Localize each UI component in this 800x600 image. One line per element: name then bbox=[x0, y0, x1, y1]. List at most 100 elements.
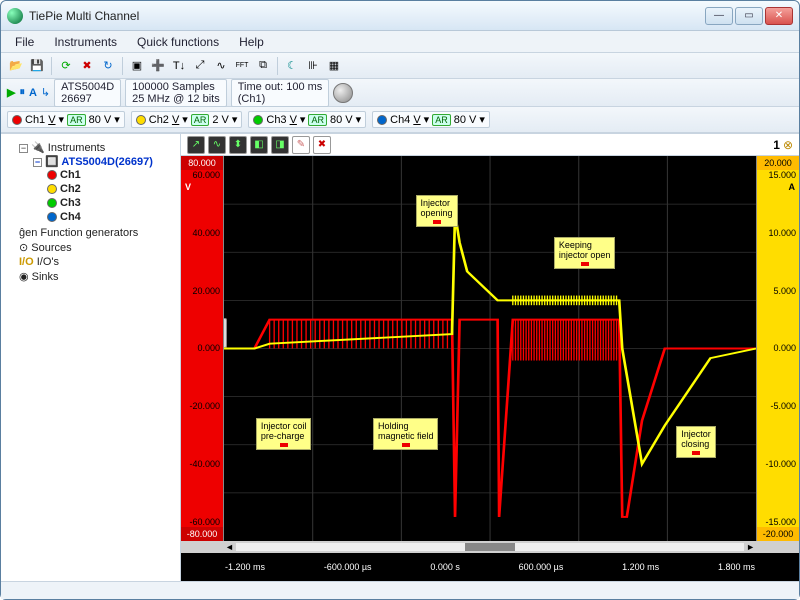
window-title: TiePie Multi Channel bbox=[29, 9, 705, 23]
device-box[interactable]: ATS5004D 26697 bbox=[54, 79, 121, 107]
main-area: −🔌 Instruments −🔲 ATS5004D(26697) Ch1 Ch… bbox=[1, 133, 799, 581]
ruler-icon[interactable]: ⊪ bbox=[304, 57, 322, 75]
channel-bar: Ch1 V▾ AR 80 V▾ Ch2 V▾ AR 2 V▾ Ch3 V▾ AR… bbox=[1, 107, 799, 133]
settings-icon[interactable]: ☾ bbox=[283, 57, 301, 75]
step-button[interactable]: ↳ bbox=[41, 86, 50, 99]
timeout-value: Time out: 100 ms bbox=[238, 81, 323, 93]
ch4-label: Ch4 bbox=[390, 114, 410, 126]
fft-icon[interactable]: FFT bbox=[233, 57, 251, 75]
toolbar-main: 📂 💾 ⟳ ✖ ↻ ▣ ➕ T↓ ⤢ ∿ FFT ⧉ ☾ ⊪ ▦ bbox=[1, 53, 799, 79]
time-icon[interactable]: T↓ bbox=[170, 57, 188, 75]
xt4: 1.200 ms bbox=[622, 562, 659, 572]
wave-icon[interactable]: ∿ bbox=[212, 57, 230, 75]
plot-panel: ↗ ∿ ⬍ ◧ ◨ ✎ ✖ 1 ⊗ 80.000 V 60.00040.0002… bbox=[181, 134, 799, 581]
open-icon[interactable]: 📂 bbox=[7, 57, 25, 75]
device-name: ATS5004D bbox=[61, 81, 114, 93]
grid-icon[interactable]: ▦ bbox=[325, 57, 343, 75]
menu-quick-functions[interactable]: Quick functions bbox=[127, 33, 229, 51]
plot-number: 1 bbox=[773, 138, 780, 152]
yr-max: 20.000 bbox=[757, 156, 799, 170]
channel-4[interactable]: Ch4 V▾ AR 80 V▾ bbox=[372, 111, 490, 128]
auto-button[interactable]: A bbox=[29, 87, 37, 99]
ch2-label: Ch2 bbox=[149, 114, 169, 126]
ch1-label: Ch1 bbox=[25, 114, 45, 126]
xt0: -1.200 ms bbox=[225, 562, 265, 572]
plot-mode-3-icon[interactable]: ⬍ bbox=[229, 136, 247, 154]
cursor-icon[interactable]: ▣ bbox=[128, 57, 146, 75]
y-axis-left[interactable]: 80.000 V 60.00040.00020.0000.000-20.000-… bbox=[181, 156, 223, 541]
close-button[interactable]: ✕ bbox=[765, 7, 793, 25]
timeout-box[interactable]: Time out: 100 ms (Ch1) bbox=[231, 79, 330, 107]
annotation[interactable]: Injectoropening bbox=[416, 195, 458, 227]
yl-max: 80.000 bbox=[181, 156, 223, 170]
yr-min: -20.000 bbox=[757, 527, 799, 541]
annotation[interactable]: Keepinginjector open bbox=[554, 237, 616, 269]
menubar: File Instruments Quick functions Help bbox=[1, 31, 799, 53]
channel-2[interactable]: Ch2 V▾ AR 2 V▾ bbox=[131, 111, 243, 128]
y-axis-right[interactable]: 20.000 A 15.00010.0005.0000.000-5.000-10… bbox=[757, 156, 799, 541]
tree-ch3[interactable]: Ch3 bbox=[33, 196, 176, 210]
save-icon[interactable]: 💾 bbox=[28, 57, 46, 75]
maximize-button[interactable]: ▭ bbox=[735, 7, 763, 25]
ch2-range: 2 V bbox=[212, 114, 229, 126]
ch1-range: 80 V bbox=[89, 114, 112, 126]
tree-ch2[interactable]: Ch2 bbox=[33, 182, 176, 196]
tree-device[interactable]: −🔲 ATS5004D(26697) Ch1 Ch2 Ch3 Ch4 bbox=[19, 154, 176, 225]
sample-rate: 25 MHz @ 12 bits bbox=[132, 93, 220, 105]
channel-1[interactable]: Ch1 V▾ AR 80 V▾ bbox=[7, 111, 125, 128]
tree-sources[interactable]: ⊙ Sources bbox=[5, 240, 176, 255]
timeout-knob[interactable] bbox=[333, 83, 353, 103]
refresh-icon[interactable]: ⟳ bbox=[57, 57, 75, 75]
scale-icon[interactable]: ⤢ bbox=[191, 57, 209, 75]
plot-toolbar: ↗ ∿ ⬍ ◧ ◨ ✎ ✖ 1 ⊗ bbox=[181, 134, 799, 156]
play-button[interactable]: ▶ bbox=[7, 86, 15, 99]
app-icon bbox=[7, 8, 23, 24]
tree-sinks[interactable]: ◉ Sinks bbox=[5, 269, 176, 284]
minimize-button[interactable]: — bbox=[705, 7, 733, 25]
annotation[interactable]: Injector coilpre-charge bbox=[256, 418, 312, 450]
chart-canvas[interactable]: Injectoropening Keepinginjector open Injec… bbox=[223, 156, 757, 541]
tree-ch4[interactable]: Ch4 bbox=[33, 210, 176, 224]
app-window: TiePie Multi Channel — ▭ ✕ File Instrume… bbox=[0, 0, 800, 600]
annotation[interactable]: Holdingmagnetic field bbox=[373, 418, 439, 450]
tree-function-generators[interactable]: ĝen Function generators bbox=[5, 226, 176, 240]
plot-mode-5-icon[interactable]: ◨ bbox=[271, 136, 289, 154]
plot-mode-4-icon[interactable]: ◧ bbox=[250, 136, 268, 154]
menu-help[interactable]: Help bbox=[229, 33, 274, 51]
yr-ticks: 15.00010.0005.0000.000-5.000-10.000-15.0… bbox=[757, 170, 799, 527]
xt2: 0.000 s bbox=[430, 562, 460, 572]
xt1: -600.000 µs bbox=[324, 562, 372, 572]
xt3: 600.000 µs bbox=[519, 562, 564, 572]
channel-3[interactable]: Ch3 V▾ AR 80 V▾ bbox=[248, 111, 366, 128]
device-infobar: ▶ ⏸ A ↳ ATS5004D 26697 100000 Samples 25… bbox=[1, 79, 799, 107]
tree-ch1[interactable]: Ch1 bbox=[33, 168, 176, 182]
annotation[interactable]: Injectorclosing bbox=[676, 426, 716, 458]
xt5: 1.800 ms bbox=[718, 562, 755, 572]
titlebar: TiePie Multi Channel — ▭ ✕ bbox=[1, 1, 799, 31]
plot-mode-2-icon[interactable]: ∿ bbox=[208, 136, 226, 154]
sidebar: −🔌 Instruments −🔲 ATS5004D(26697) Ch1 Ch… bbox=[1, 134, 181, 581]
sample-box[interactable]: 100000 Samples 25 MHz @ 12 bits bbox=[125, 79, 227, 107]
plot-erase-icon[interactable]: ✎ bbox=[292, 136, 310, 154]
add-icon[interactable]: ➕ bbox=[149, 57, 167, 75]
x-axis: -1.200 ms -600.000 µs 0.000 s 600.000 µs… bbox=[181, 553, 799, 581]
yl-min: -80.000 bbox=[181, 527, 223, 541]
yl-ticks: 60.00040.00020.0000.000-20.000-40.000-60… bbox=[181, 170, 223, 527]
tree-instruments[interactable]: −🔌 Instruments −🔲 ATS5004D(26697) Ch1 Ch… bbox=[5, 140, 176, 226]
menu-file[interactable]: File bbox=[5, 33, 44, 51]
menu-instruments[interactable]: Instruments bbox=[44, 33, 127, 51]
plot-delete-icon[interactable]: ✖ bbox=[313, 136, 331, 154]
x-scrollbar[interactable]: ◄► bbox=[181, 541, 799, 553]
device-serial: 26697 bbox=[61, 93, 114, 105]
cancel-icon[interactable]: ✖ bbox=[78, 57, 96, 75]
chart3d-icon[interactable]: ⧉ bbox=[254, 57, 272, 75]
statusbar bbox=[1, 581, 799, 599]
ch3-label: Ch3 bbox=[266, 114, 286, 126]
sample-count: 100000 Samples bbox=[132, 81, 220, 93]
tree-ios[interactable]: I/O I/O's bbox=[5, 255, 176, 269]
plot-mode-1-icon[interactable]: ↗ bbox=[187, 136, 205, 154]
redo-icon[interactable]: ↻ bbox=[99, 57, 117, 75]
pause-button[interactable]: ⏸ bbox=[19, 86, 25, 99]
plot-close-icon[interactable]: ⊗ bbox=[783, 138, 793, 152]
ch3-range: 80 V bbox=[330, 114, 353, 126]
